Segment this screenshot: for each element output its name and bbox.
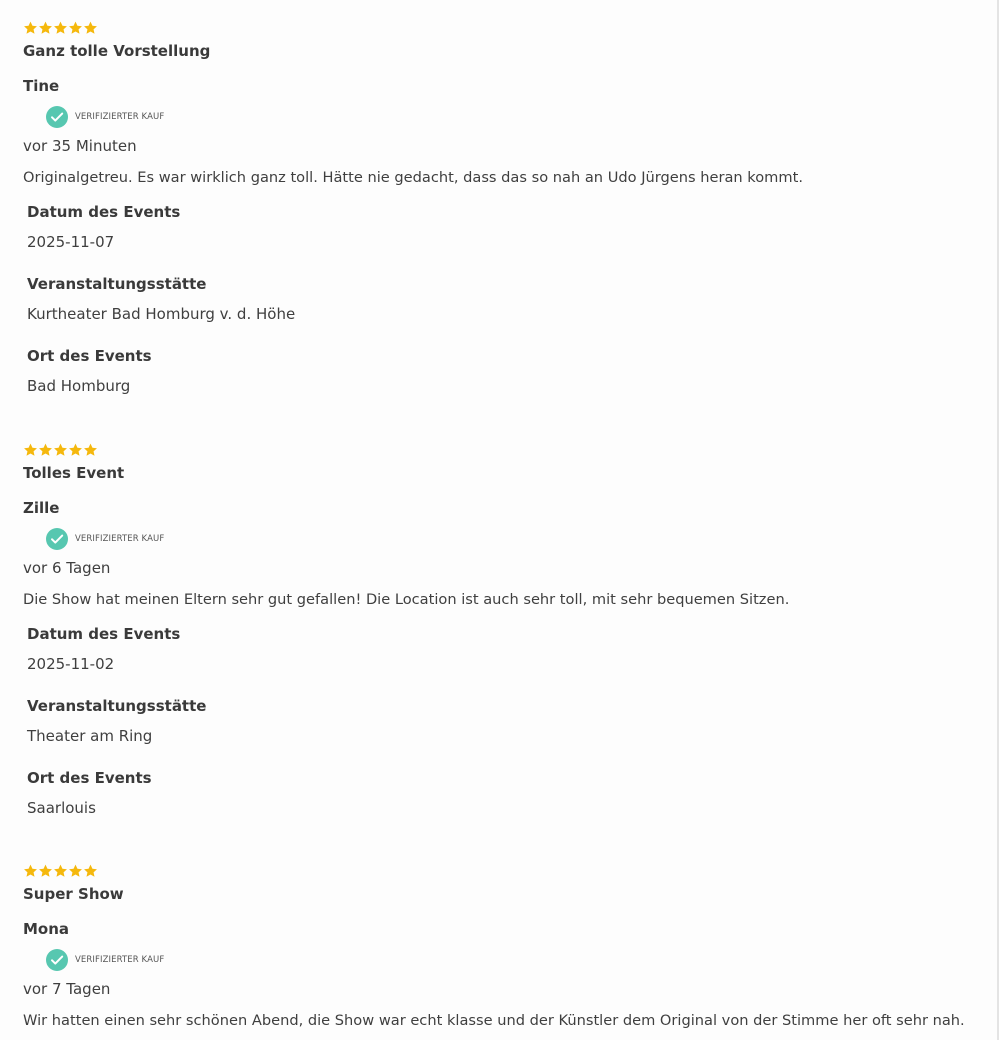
star-icon bbox=[23, 440, 38, 460]
star-icon bbox=[68, 861, 83, 881]
venue-value: Theater am Ring bbox=[27, 727, 153, 745]
review-author: Tine bbox=[23, 77, 60, 95]
star-icon bbox=[53, 861, 68, 881]
star-icon bbox=[23, 18, 38, 38]
review-text: Wir hatten einen sehr schönen Abend, die… bbox=[23, 1012, 965, 1029]
event-location-value: Bad Homburg bbox=[27, 377, 131, 395]
star-icon bbox=[83, 440, 98, 460]
star-icon bbox=[83, 861, 98, 881]
check-circle-icon bbox=[46, 106, 68, 128]
star-rating bbox=[23, 440, 98, 460]
star-icon bbox=[38, 440, 53, 460]
event-location-label: Ort des Events bbox=[27, 769, 152, 787]
review-time: vor 6 Tagen bbox=[23, 559, 111, 577]
review-title: Tolles Event bbox=[23, 464, 125, 482]
review-text: Die Show hat meinen Eltern sehr gut gefa… bbox=[23, 591, 790, 608]
event-date-value: 2025-11-07 bbox=[27, 233, 115, 251]
star-icon bbox=[38, 18, 53, 38]
venue-label: Veranstaltungsstätte bbox=[27, 697, 207, 715]
event-date-label: Datum des Events bbox=[27, 625, 181, 643]
verified-label: VERIFIZIERTER KAUF bbox=[75, 534, 165, 544]
review-title: Ganz tolle Vorstellung bbox=[23, 42, 211, 60]
star-icon bbox=[68, 440, 83, 460]
star-icon bbox=[38, 861, 53, 881]
star-icon bbox=[53, 440, 68, 460]
review-author: Zille bbox=[23, 499, 60, 517]
verified-label: VERIFIZIERTER KAUF bbox=[75, 955, 165, 965]
verified-label: VERIFIZIERTER KAUF bbox=[75, 112, 165, 122]
verified-badge: VERIFIZIERTER KAUF bbox=[46, 948, 164, 972]
venue-label: Veranstaltungsstätte bbox=[27, 275, 207, 293]
star-icon bbox=[83, 18, 98, 38]
star-rating bbox=[23, 861, 98, 881]
star-icon bbox=[68, 18, 83, 38]
event-location-label: Ort des Events bbox=[27, 347, 152, 365]
verified-badge: VERIFIZIERTER KAUF bbox=[46, 527, 164, 551]
review-time: vor 7 Tagen bbox=[23, 980, 111, 998]
event-date-value: 2025-11-02 bbox=[27, 655, 115, 673]
star-icon bbox=[53, 18, 68, 38]
verified-badge: VERIFIZIERTER KAUF bbox=[46, 105, 164, 129]
check-circle-icon bbox=[46, 528, 68, 550]
star-icon bbox=[23, 861, 38, 881]
event-date-label: Datum des Events bbox=[27, 203, 181, 221]
check-circle-icon bbox=[46, 949, 68, 971]
reviews-page: Ganz tolle Vorstellung Tine VERIFIZIERTE… bbox=[0, 0, 999, 1040]
review-title: Super Show bbox=[23, 885, 124, 903]
review-author: Mona bbox=[23, 920, 70, 938]
star-rating bbox=[23, 18, 98, 38]
review-text: Originalgetreu. Es war wirklich ganz tol… bbox=[23, 169, 803, 186]
review-time: vor 35 Minuten bbox=[23, 137, 137, 155]
event-location-value: Saarlouis bbox=[27, 799, 96, 817]
venue-value: Kurtheater Bad Homburg v. d. Höhe bbox=[27, 305, 296, 323]
